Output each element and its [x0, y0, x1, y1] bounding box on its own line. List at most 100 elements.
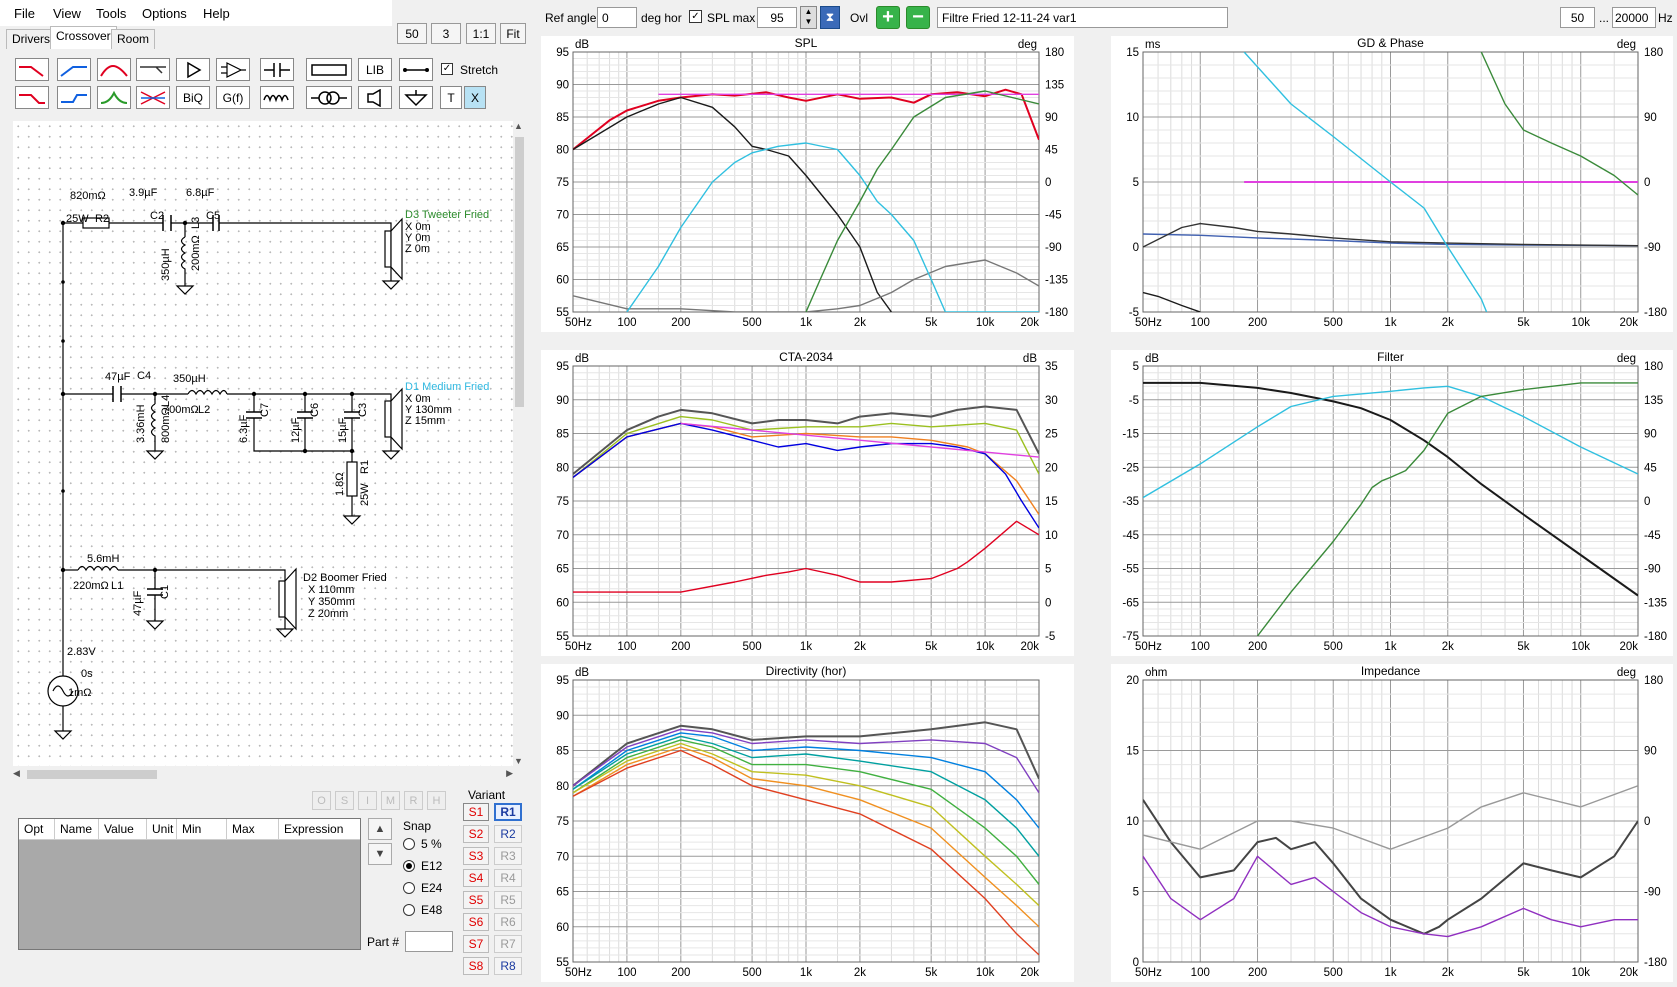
peaking-button[interactable]: [97, 86, 131, 109]
column-unit[interactable]: Unit: [147, 819, 177, 839]
variant-r5-button[interactable]: R5: [494, 891, 522, 909]
column-expression[interactable]: Expression: [279, 819, 360, 839]
x-tick-label: 10k: [1571, 967, 1590, 979]
snap-5pct-radio[interactable]: [403, 838, 415, 850]
overlay-name-input[interactable]: Filtre Fried 12-11-24 var1: [937, 7, 1228, 28]
column-min[interactable]: Min: [177, 819, 227, 839]
menu-options[interactable]: Options: [142, 6, 187, 21]
variant-s6-button[interactable]: S6: [463, 913, 489, 931]
variant-s2-button[interactable]: S2: [463, 825, 489, 843]
zoom-3-button[interactable]: 3: [431, 23, 461, 44]
menu-file[interactable]: File: [14, 6, 35, 21]
zoom-1to1-button[interactable]: 1:1: [466, 23, 496, 44]
spl-max-input[interactable]: 95: [757, 7, 797, 28]
freq-to-input[interactable]: 20000: [1612, 7, 1656, 28]
transformer-button[interactable]: [306, 86, 352, 109]
tab-room[interactable]: Room: [111, 29, 156, 49]
capacitor-button[interactable]: [260, 58, 294, 81]
directivity-graph[interactable]: 95 90 85 80 75 70 65 60 55 50Hz 100 200 500 1k 2k 5k 10k…: [541, 664, 1074, 982]
variant-s4-button[interactable]: S4: [463, 869, 489, 887]
scroll-right-icon[interactable]: ▶: [506, 768, 513, 779]
menu-tools[interactable]: Tools: [96, 6, 126, 21]
library-button[interactable]: LIB: [358, 58, 392, 81]
variant-r3-button[interactable]: R3: [494, 847, 522, 865]
bandpass-filter-button[interactable]: [97, 58, 131, 81]
variant-r7-button[interactable]: R7: [494, 935, 522, 953]
optimizer-m-button[interactable]: M: [381, 791, 400, 810]
variant-s1-button[interactable]: S1: [463, 803, 489, 821]
column-value[interactable]: Value: [99, 819, 147, 839]
optimizer-r-button[interactable]: R: [404, 791, 423, 810]
variant-s3-button[interactable]: S3: [463, 847, 489, 865]
allpass-filter-button[interactable]: [136, 58, 170, 81]
spl-graph[interactable]: 95 90 85 80 75 70 65 60 55 180 135 90 45 0 -45 -90 -135-…: [541, 36, 1074, 332]
shelf-button[interactable]: [57, 86, 91, 109]
optimizer-h-button[interactable]: H: [427, 791, 446, 810]
highpass-filter-button[interactable]: [57, 58, 91, 81]
menu-view[interactable]: View: [53, 6, 81, 21]
wire-button[interactable]: [399, 58, 433, 81]
resistor-button[interactable]: [306, 58, 352, 81]
column-opt[interactable]: Opt: [19, 819, 55, 839]
ref-angle-input[interactable]: 0: [597, 7, 637, 28]
column-max[interactable]: Max: [227, 819, 279, 839]
lowpass-2-button[interactable]: [15, 86, 49, 109]
freq-from-input[interactable]: 50: [1560, 7, 1595, 28]
part-number-input[interactable]: [405, 931, 453, 952]
gd-phase-graph[interactable]: 15 10 5 0 -5 180 90 0 -90 -180 50Hz 100 200 500 1k 2k 5k…: [1111, 36, 1673, 332]
variant-r6-button[interactable]: R6: [494, 913, 522, 931]
scroll-down-icon[interactable]: ▼: [514, 756, 523, 766]
opamp-button[interactable]: [216, 58, 250, 81]
variant-r8-button[interactable]: R8: [494, 957, 522, 975]
optimizer-i-button[interactable]: I: [358, 791, 377, 810]
menu-help[interactable]: Help: [203, 6, 230, 21]
gf-button[interactable]: G(f): [216, 86, 250, 109]
add-overlay-button[interactable]: +: [876, 6, 900, 29]
parameter-table[interactable]: Opt Name Value Unit Min Max Expression: [18, 818, 361, 950]
snap-e24-radio[interactable]: [403, 882, 415, 894]
buffer-button[interactable]: [176, 58, 210, 81]
snap-e12-radio[interactable]: [403, 860, 415, 872]
schematic-canvas[interactable]: 820mΩ 25W R2 3.9µF C2 6.8µF C5 350µH 200…: [13, 121, 514, 766]
variant-r4-button[interactable]: R4: [494, 869, 522, 887]
optimizer-s-button[interactable]: S: [335, 791, 354, 810]
tab-crossover[interactable]: Crossover: [50, 26, 117, 49]
remove-overlay-button[interactable]: −: [906, 6, 930, 29]
stretch-checkbox[interactable]: ✓: [441, 63, 453, 75]
snap-e48-radio[interactable]: [403, 904, 415, 916]
spl-max-checkbox[interactable]: ✓: [689, 10, 702, 23]
ref-angle-label: Ref angle: [545, 11, 597, 25]
variant-s7-button[interactable]: S7: [463, 935, 489, 953]
impedance-graph[interactable]: 20 15 10 5 0 180 90 0 -90 -180 50Hz 100 200 500 1k 2k 5k…: [1111, 664, 1673, 982]
variant-s5-button[interactable]: S5: [463, 891, 489, 909]
variant-r2-button[interactable]: R2: [494, 825, 522, 843]
horizontal-scroll-thumb[interactable]: [27, 770, 157, 779]
spl-max-spinner[interactable]: ▲ ▼: [800, 6, 817, 29]
biquad-button[interactable]: BiQ: [176, 86, 210, 109]
vertical-scroll-thumb[interactable]: [515, 137, 524, 407]
zoom-fit-button[interactable]: Fit: [500, 23, 526, 44]
notch-button[interactable]: [136, 86, 170, 109]
column-name[interactable]: Name: [55, 819, 99, 839]
zoom-50-button[interactable]: 50: [397, 23, 427, 44]
scroll-left-icon[interactable]: ◀: [13, 768, 20, 779]
variant-r1-button[interactable]: R1: [494, 803, 522, 821]
ground-button[interactable]: [399, 86, 433, 109]
inductor-button[interactable]: [260, 86, 294, 109]
filter-graph[interactable]: 5 -5 -15 -25 -35 -45 -55 -65 -75 180 135 90 45 0 -45 -9…: [1111, 350, 1673, 656]
close-x-button[interactable]: X: [464, 86, 486, 109]
speaker-button[interactable]: [358, 86, 392, 109]
tab-drivers[interactable]: Drivers: [6, 29, 56, 49]
text-button[interactable]: T: [440, 86, 462, 109]
move-down-button[interactable]: ▼: [368, 843, 392, 865]
variant-s8-button[interactable]: S8: [463, 957, 489, 975]
cta2034-graph[interactable]: 95 90 85 80 75 70 65 60 55 35 30 25 20 15 10 5 0 -5 50Hz 10…: [541, 350, 1074, 656]
horizontal-scrollbar[interactable]: ◀ ▶: [13, 768, 513, 781]
lowpass-filter-button[interactable]: [15, 58, 49, 81]
hourglass-button[interactable]: ⧗: [820, 6, 840, 29]
scroll-up-icon[interactable]: ▲: [514, 121, 523, 131]
optimizer-o-button[interactable]: O: [312, 791, 331, 810]
move-up-button[interactable]: ▲: [368, 818, 392, 840]
vertical-scrollbar[interactable]: ▲ ▼: [513, 121, 526, 766]
x-tick-label: 1k: [1384, 317, 1396, 329]
